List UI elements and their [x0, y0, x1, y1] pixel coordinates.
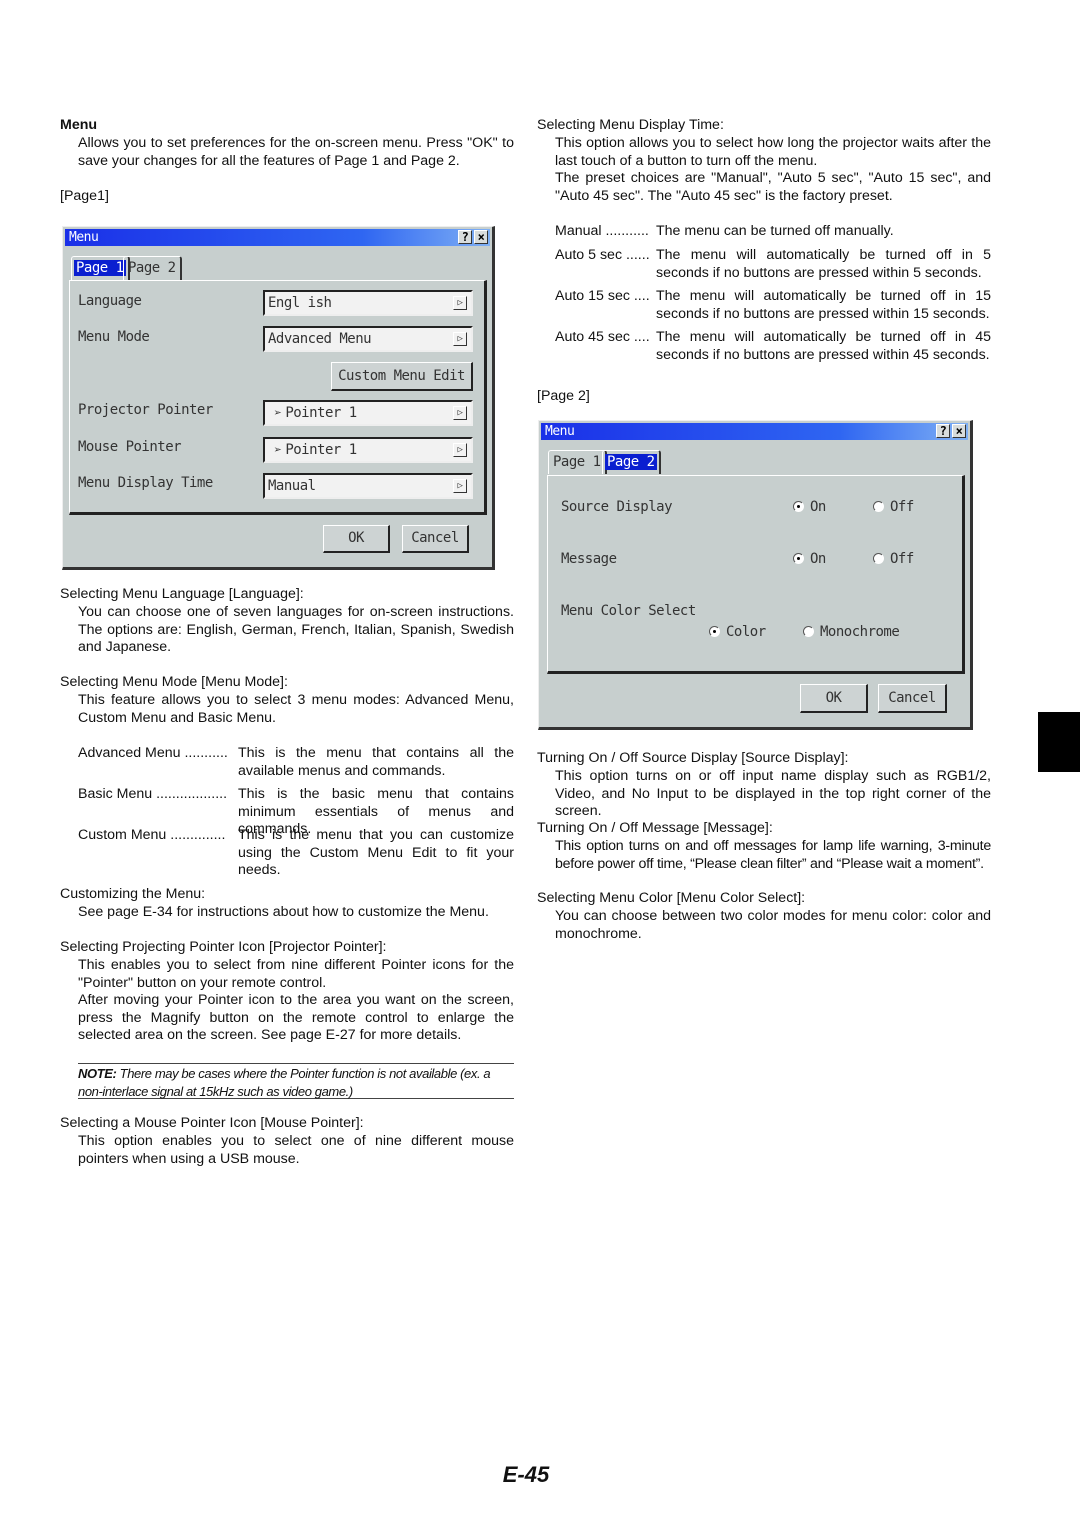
mouse-pointer-text: This option enables you to select one of… [78, 1133, 514, 1167]
dialog-title: Menu [69, 230, 99, 245]
time-desc: The menu will automatically be turned of… [656, 247, 991, 281]
source-display-off-radio[interactable]: Off [873, 499, 914, 517]
mode-term: Advanced Menu ........... [78, 745, 228, 761]
time-term: Auto 5 sec ...... [555, 247, 650, 263]
projector-pointer-label: Projector Pointer [78, 402, 213, 418]
mouse-pointer-label: Mouse Pointer [78, 439, 182, 455]
language-heading: Selecting Menu Language [Language]: [60, 586, 304, 602]
projector-pointer-dropdown[interactable]: ➢ Pointer 1 ▷ [263, 400, 473, 426]
mode-desc: This is the menu that you can customize … [238, 827, 514, 879]
help-button[interactable]: ? [936, 424, 950, 438]
language-dropdown[interactable]: Engl ish ▷ [263, 290, 473, 316]
title-bar: Menu ? × [541, 423, 968, 440]
monochrome-radio[interactable]: Monochrome [803, 624, 900, 642]
menu-display-time-label: Menu Display Time [78, 475, 213, 491]
projector-pointer-text-2: After moving your Pointer icon to the ar… [78, 992, 514, 1044]
pointer-arrow-icon: ➢ [274, 406, 282, 421]
menu-dialog-page1: Menu ? × Page 1 Page 2 Language Engl ish… [62, 226, 495, 570]
time-desc: The menu will automatically be turned of… [656, 288, 991, 322]
section-tab-marker [1038, 712, 1080, 772]
color-radio[interactable]: Color [709, 624, 766, 642]
note-label: NOTE: [78, 1066, 117, 1081]
page1-label: [Page1] [60, 188, 109, 204]
note-text: There may be cases where the Pointer fun… [78, 1066, 491, 1099]
customize-text: See page E-34 for instructions about how… [78, 904, 489, 920]
arrow-right-icon: ▷ [453, 406, 467, 420]
projector-pointer-heading: Selecting Projecting Pointer Icon [Proje… [60, 939, 387, 955]
mouse-pointer-heading: Selecting a Mouse Pointer Icon [Mouse Po… [60, 1115, 364, 1131]
message-on-radio[interactable]: On [793, 551, 826, 569]
ok-button[interactable]: OK [800, 684, 868, 713]
page2-label: [Page 2] [537, 388, 590, 404]
mode-term: Basic Menu .................. [78, 786, 228, 802]
cancel-button[interactable]: Cancel [402, 525, 469, 553]
time-desc: The menu will automatically be turned of… [656, 329, 991, 363]
display-time-text-2: The preset choices are "Manual", "Auto 5… [555, 170, 991, 204]
menu-color-text: You can choose between two color modes f… [555, 908, 991, 942]
time-term: Manual ........... [555, 223, 649, 239]
source-display-label: Source Display [561, 499, 673, 515]
message-heading: Turning On / Off Message [Message]: [537, 820, 773, 836]
close-button[interactable]: × [474, 230, 488, 244]
mouse-pointer-dropdown[interactable]: ➢ Pointer 1 ▷ [263, 437, 473, 463]
menu-mode-dropdown[interactable]: Advanced Menu ▷ [263, 326, 473, 352]
tab-page1[interactable]: Page 1 [71, 256, 130, 280]
dialog-title: Menu [545, 424, 575, 439]
display-time-text: This option allows you to select how lon… [555, 135, 991, 169]
menu-display-time-dropdown[interactable]: Manual ▷ [263, 473, 473, 499]
page-number: E-45 [502, 1462, 550, 1487]
source-display-on-radio[interactable]: On [793, 499, 826, 517]
menu-color-select-label: Menu Color Select [561, 603, 696, 619]
tab-page2[interactable]: Page 2 [602, 450, 661, 474]
customize-heading: Customizing the Menu: [60, 886, 206, 902]
cancel-button[interactable]: Cancel [878, 684, 947, 713]
menu-dialog-page2: Menu ? × Page 1 Page 2 Source Display On… [538, 420, 973, 730]
tab-page1[interactable]: Page 1 [548, 450, 607, 474]
menu-text: Allows you to set preferences for the on… [78, 135, 514, 169]
message-label: Message [561, 551, 617, 567]
display-time-heading: Selecting Menu Display Time: [537, 117, 724, 133]
menu-mode-heading: Selecting Menu Mode [Menu Mode]: [60, 674, 288, 690]
menu-heading: Menu [60, 117, 98, 133]
mode-desc: This is the menu that contains all the a… [238, 745, 514, 779]
message-off-radio[interactable]: Off [873, 551, 914, 569]
projector-pointer-text: This enables you to select from nine dif… [78, 957, 514, 991]
language-label: Language [78, 293, 142, 309]
custom-menu-edit-button[interactable]: Custom Menu Edit [331, 362, 473, 391]
arrow-right-icon: ▷ [453, 296, 467, 310]
menu-color-heading: Selecting Menu Color [Menu Color Select]… [537, 890, 806, 906]
language-text: You can choose one of seven languages fo… [78, 604, 514, 656]
time-desc: The menu can be turned off manually. [656, 223, 894, 239]
close-button[interactable]: × [952, 424, 966, 438]
source-display-text: This option turns on or off input name d… [555, 768, 991, 820]
time-term: Auto 45 sec .... [555, 329, 650, 345]
pointer-arrow-icon: ➢ [274, 443, 282, 458]
menu-mode-label: Menu Mode [78, 329, 150, 345]
menu-mode-text: This feature allows you to select 3 menu… [78, 692, 514, 726]
help-button[interactable]: ? [458, 230, 472, 244]
title-bar: Menu ? × [65, 229, 490, 246]
tab-page2[interactable]: Page 2 [123, 256, 182, 280]
message-text: This option turns on and off messages fo… [555, 838, 991, 872]
arrow-right-icon: ▷ [453, 479, 467, 493]
note-box: NOTE: There may be cases where the Point… [78, 1063, 514, 1099]
arrow-right-icon: ▷ [453, 443, 467, 457]
mode-term: Custom Menu .............. [78, 827, 226, 843]
source-display-heading: Turning On / Off Source Display [Source … [537, 750, 849, 766]
ok-button[interactable]: OK [323, 525, 390, 553]
time-term: Auto 15 sec .... [555, 288, 650, 304]
arrow-right-icon: ▷ [453, 332, 467, 346]
